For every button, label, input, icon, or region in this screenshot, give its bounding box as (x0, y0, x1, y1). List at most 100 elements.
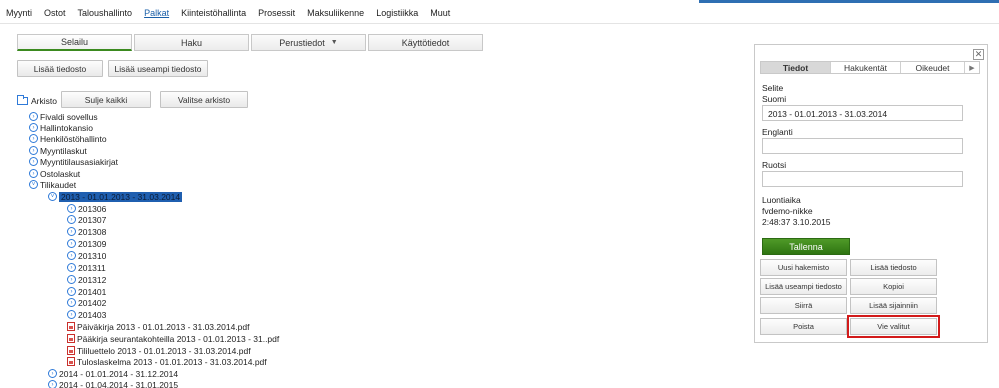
tree-month[interactable]: › 201310 (67, 250, 106, 261)
chevron-down-icon: ▼ (330, 39, 338, 46)
collapse-icon: ˅ (29, 180, 38, 189)
pdf-icon (67, 334, 75, 343)
menu-item-maksuliikenne[interactable]: Maksuliikenne (307, 8, 364, 22)
new-directory-button[interactable]: Uusi hakemisto (760, 259, 847, 276)
month-label: 201403 (78, 309, 107, 320)
export-selected-button[interactable]: Vie valitut (847, 315, 940, 338)
tree-month[interactable]: › 201307 (67, 214, 106, 225)
file-label: Pääkirja seurantakohteilla 2013 - 01.01.… (77, 333, 280, 344)
expand-icon: › (67, 287, 76, 296)
tree-file[interactable]: Päiväkirja 2013 - 01.01.2013 - 31.03.201… (67, 321, 250, 332)
menu-item-myynti[interactable]: Myynti (6, 8, 32, 22)
tab-search-fields[interactable]: Hakukentät (831, 62, 901, 73)
view-tabs: Selailu Haku Perustiedot ▼ Käyttötiedot (17, 34, 485, 51)
tree-month[interactable]: › 201402 (67, 297, 106, 308)
chevron-right-icon[interactable]: ▶ (965, 62, 979, 73)
tree-item[interactable]: › Henkilöstöhallinto (29, 133, 107, 144)
englanti-label: Englanti (762, 127, 793, 137)
tab-usage-info[interactable]: Käyttötiedot (368, 34, 483, 51)
tree-month[interactable]: › 201401 (67, 286, 106, 297)
tree-item-selected[interactable]: ˅ 2013 - 01.01.2013 - 31.03.2014 (48, 191, 183, 202)
move-button[interactable]: Siirrä (760, 297, 847, 314)
tree-month[interactable]: › 201309 (67, 238, 106, 249)
englanti-field[interactable] (762, 138, 963, 154)
menu-item-taloushallinto[interactable]: Taloushallinto (78, 8, 133, 22)
created-at: 2:48:37 3.10.2015 (762, 217, 831, 227)
tab-permissions-label: Oikeudet (915, 62, 950, 73)
tree-item-label: Ostolaskut (40, 168, 81, 179)
tab-basic-info-label: Perustiedot (279, 37, 325, 48)
tree-month[interactable]: › 201312 (67, 274, 106, 285)
month-label: 201312 (78, 274, 107, 285)
tree-item[interactable]: › Myyntilaskut (29, 145, 87, 156)
tree-item-label: Henkilöstöhallinto (40, 133, 107, 144)
tree-period[interactable]: › 2014 - 01.04.2014 - 31.01.2015 (48, 379, 178, 388)
tree-item[interactable]: › Myyntitilausasiakirjat (29, 156, 118, 167)
close-icon[interactable]: ✕ (973, 49, 984, 60)
tree-item[interactable]: › Ostolaskut (29, 168, 80, 179)
add-multiple-files-button[interactable]: Lisää useampi tiedosto (108, 60, 208, 77)
tree-file[interactable]: Pääkirja seurantakohteilla 2013 - 01.01.… (67, 333, 279, 344)
tree-period[interactable]: › 2014 - 01.01.2014 - 31.12.2014 (48, 368, 178, 379)
copy-button[interactable]: Kopioi (850, 278, 937, 295)
close-all-button[interactable]: Sulje kaikki (61, 91, 151, 108)
expand-icon: › (67, 251, 76, 260)
created-by: fvdemo-nikke (762, 206, 813, 216)
tree-month[interactable]: › 201403 (67, 309, 106, 320)
save-button[interactable]: Tallenna (762, 238, 850, 255)
details-panel: ✕ Tiedot Hakukentät Oikeudet ▶ Selite Su… (754, 44, 988, 343)
choose-archive-label: Valitse arkisto (177, 94, 231, 105)
panel-add-file-button[interactable]: Lisää tiedosto (850, 259, 937, 276)
menu-item-ostot[interactable]: Ostot (44, 8, 66, 22)
add-location-button[interactable]: Lisää sijainniin (850, 297, 937, 314)
expand-icon: › (29, 123, 38, 132)
expand-icon: › (67, 275, 76, 284)
menu-item-kiinteistohallinta[interactable]: Kiinteistöhallinta (181, 8, 246, 22)
panel-add-file-label: Lisää tiedosto (870, 263, 917, 272)
tab-browse[interactable]: Selailu (17, 34, 132, 51)
panel-tabs: Tiedot Hakukentät Oikeudet ▶ (760, 61, 980, 74)
menu-divider (0, 23, 999, 24)
expand-icon: › (67, 239, 76, 248)
tree-item-tilikaudet[interactable]: ˅ Tilikaudet (29, 179, 76, 190)
file-label: Päiväkirja 2013 - 01.01.2013 - 31.03.201… (77, 321, 250, 332)
choose-archive-button[interactable]: Valitse arkisto (160, 91, 248, 108)
ruotsi-field[interactable] (762, 171, 963, 187)
tab-usage-info-label: Käyttötiedot (401, 37, 450, 48)
delete-button[interactable]: Poista (760, 318, 847, 335)
tab-search[interactable]: Haku (134, 34, 249, 51)
month-label: 201306 (78, 203, 107, 214)
expand-icon: › (29, 112, 38, 121)
delete-label: Poista (793, 322, 814, 331)
tab-basic-info[interactable]: Perustiedot ▼ (251, 34, 366, 51)
expand-icon: › (67, 263, 76, 272)
export-selected-label: Vie valitut (877, 322, 910, 331)
suomi-field[interactable]: 2013 - 01.01.2013 - 31.03.2014 (762, 105, 963, 121)
tree-month[interactable]: › 201311 (67, 262, 106, 273)
expand-icon: › (29, 169, 38, 178)
file-label: Tililuettelo 2013 - 01.01.2013 - 31.03.2… (77, 345, 251, 356)
tab-details-label: Tiedot (782, 62, 809, 73)
tree-file[interactable]: Tuloslaskelma 2013 - 01.01.2013 - 31.03.… (67, 356, 267, 367)
tree-item[interactable]: › Fivaldi sovellus (29, 111, 98, 122)
tree-item[interactable]: › Hallintokansio (29, 122, 93, 133)
month-label: 201307 (78, 214, 107, 225)
tree-file[interactable]: Tililuettelo 2013 - 01.01.2013 - 31.03.2… (67, 345, 251, 356)
month-label: 201401 (78, 286, 107, 297)
ruotsi-label: Ruotsi (762, 160, 787, 170)
period-label: 2014 - 01.04.2014 - 31.01.2015 (59, 379, 179, 388)
tab-details[interactable]: Tiedot (761, 62, 831, 73)
panel-add-multiple-label: Lisää useampi tiedosto (765, 282, 842, 291)
add-file-button[interactable]: Lisää tiedosto (17, 60, 103, 77)
menu-item-muut[interactable]: Muut (430, 8, 450, 22)
menu-item-logistiikka[interactable]: Logistiikka (376, 8, 418, 22)
expand-icon: › (48, 380, 57, 388)
panel-add-multiple-button[interactable]: Lisää useampi tiedosto (760, 278, 847, 295)
tree-month[interactable]: › 201306 (67, 203, 106, 214)
tree-month[interactable]: › 201308 (67, 226, 106, 237)
tree-root[interactable]: Arkisto (17, 94, 57, 106)
expand-icon: › (67, 310, 76, 319)
tab-permissions[interactable]: Oikeudet (901, 62, 965, 73)
menu-item-palkat[interactable]: Palkat (144, 8, 169, 22)
menu-item-prosessit[interactable]: Prosessit (258, 8, 295, 22)
